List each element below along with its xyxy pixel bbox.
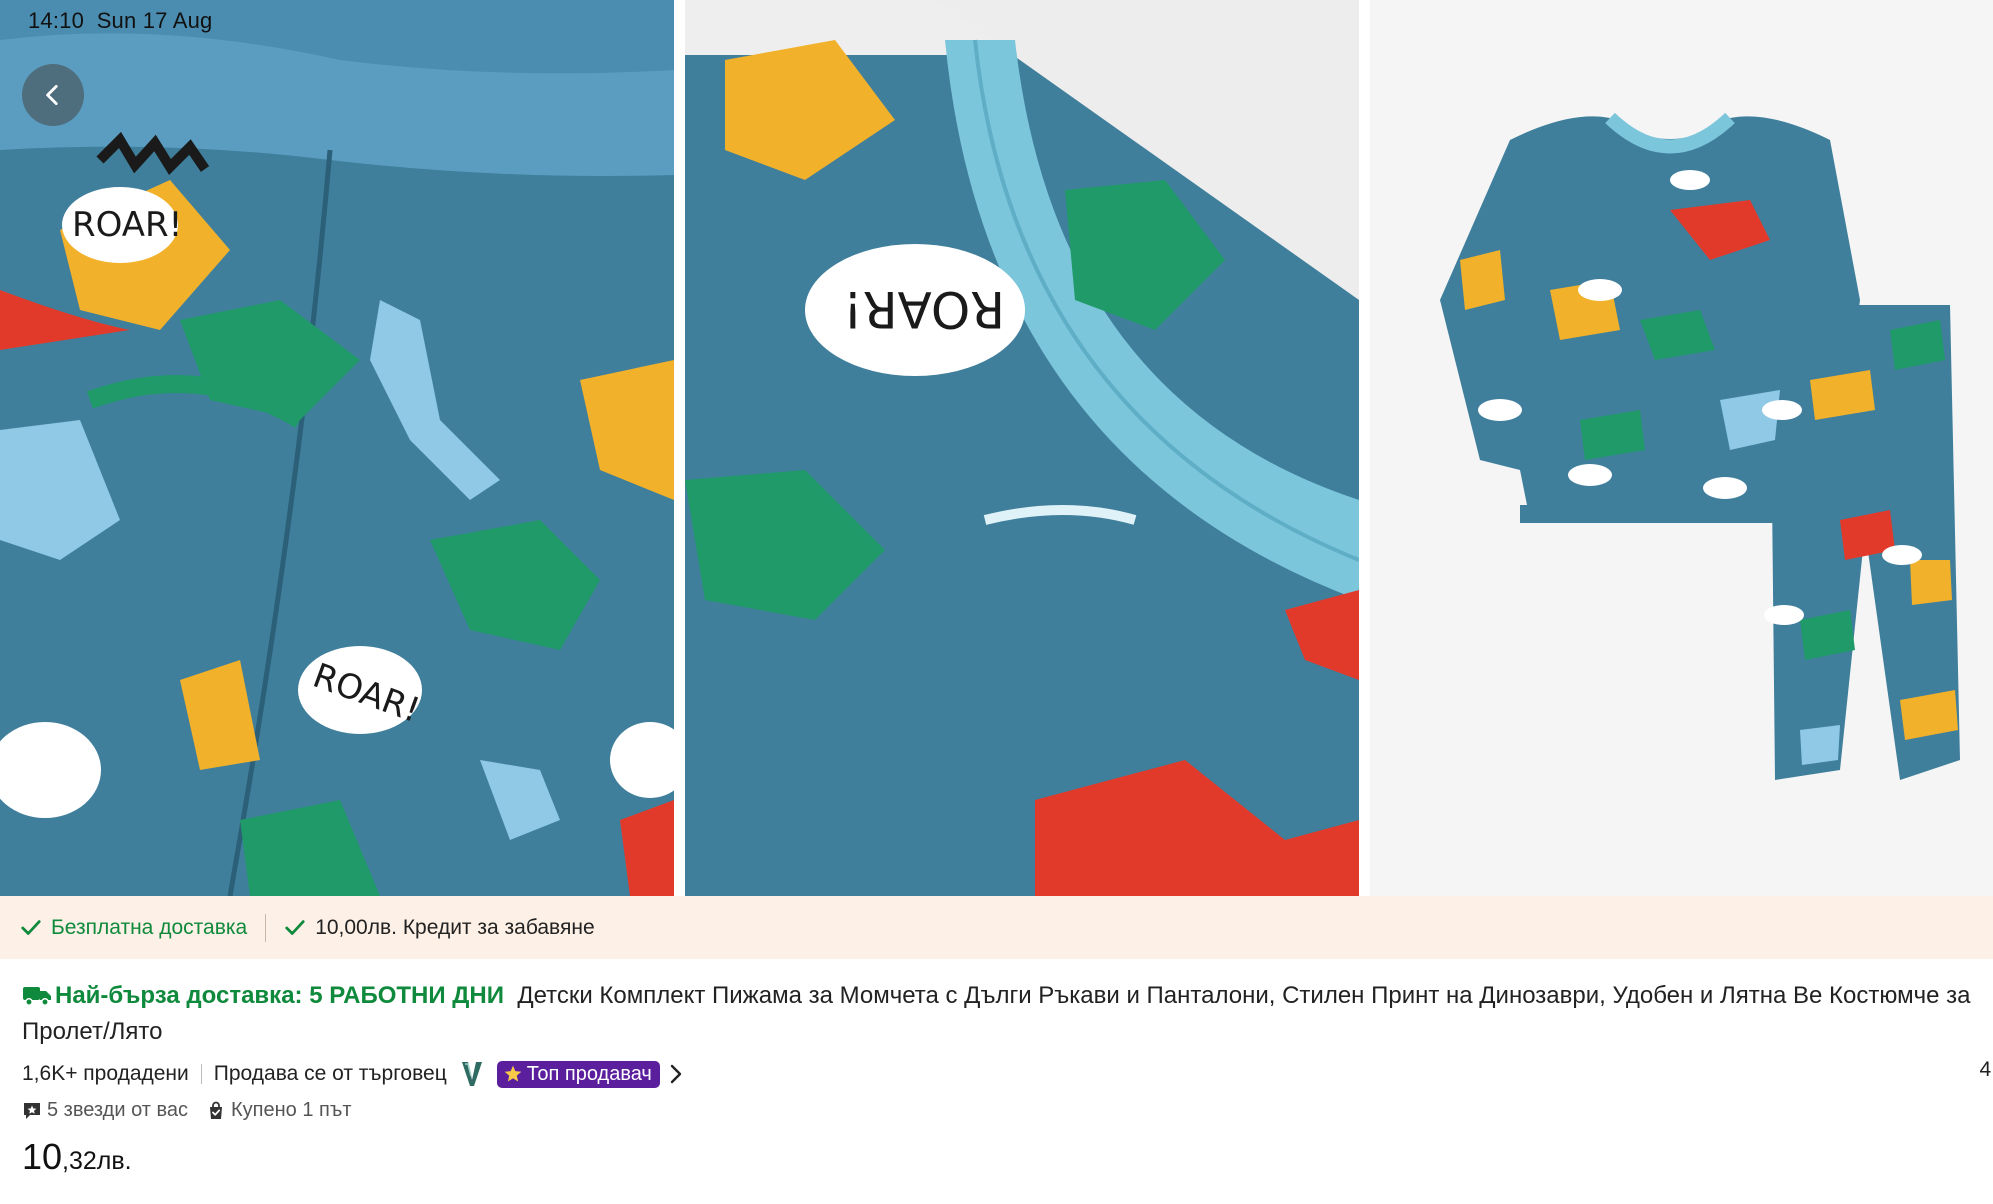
free-delivery-label: Безплатна доставка: [51, 915, 248, 939]
top-seller-badge[interactable]: Топ продавач: [496, 1060, 660, 1088]
chevron-right-icon[interactable]: [668, 1063, 684, 1085]
bought-label: Купено 1 път: [231, 1099, 352, 1121]
purchase-badges: 5 звезди от вас Купено 1 път: [22, 1099, 370, 1122]
print-text-roar-1: ROAR!: [72, 205, 182, 245]
shipping-info-bar: Безплатна доставка 10,00лв. Кредит за за…: [0, 896, 1993, 959]
gallery-image-collar[interactable]: ROAR!: [685, 0, 1359, 896]
sold-by-label[interactable]: Продава се от търговец: [214, 1062, 447, 1086]
price: 10,32лв.: [22, 1136, 132, 1178]
top-seller-label: Топ продавач: [526, 1062, 652, 1085]
truck-icon: [23, 987, 51, 1006]
sold-count: 1,6K+ продадени: [22, 1062, 189, 1085]
gallery-image-full-set[interactable]: [1370, 0, 1993, 896]
rating-value[interactable]: 4,: [1979, 1058, 1993, 1082]
image-gallery[interactable]: ROAR! ROAR! ROAR!: [0, 0, 1993, 896]
chevron-left-icon: [46, 84, 58, 106]
bought-badge: Купено 1 път: [206, 1099, 352, 1122]
stars-from-you-label: 5 звезди от вас: [47, 1099, 188, 1121]
status-date: Sun 17 Aug: [96, 8, 213, 33]
product-meta-row: 1,6K+ продадени Продава се от търговец Т…: [22, 1058, 1993, 1090]
shopping-bag-check-icon: [210, 1101, 222, 1119]
print-text-roar-3: ROAR!: [843, 280, 1005, 338]
star-icon: [504, 1065, 522, 1082]
delay-credit-item: 10,00лв. Кредит за забавяне: [284, 915, 595, 940]
delay-credit-label: 10,00лв. Кредит за забавяне: [315, 915, 595, 939]
product-title: Най-бърза доставка: 5 РАБОТНИ ДНИ Детски…: [22, 978, 1993, 1050]
seller-logo-icon[interactable]: [459, 1060, 485, 1088]
divider: [265, 913, 267, 942]
review-star-icon: [24, 1102, 40, 1119]
status-bar: 14:10 Sun 17 Aug: [28, 8, 212, 34]
fastest-delivery-label: Най-бърза доставка: 5 РАБОТНИ ДНИ: [55, 982, 504, 1009]
price-integer: 10: [22, 1136, 63, 1177]
gallery-image-pants[interactable]: ROAR! ROAR!: [0, 0, 674, 896]
price-fraction: ,32лв.: [62, 1147, 132, 1175]
review-badge: 5 звезди от вас: [22, 1099, 188, 1122]
checkmark-icon: [285, 919, 305, 935]
status-time: 14:10: [28, 8, 85, 33]
checkmark-icon: [21, 919, 41, 935]
divider: [200, 1064, 202, 1084]
free-delivery-item: Безплатна доставка: [20, 916, 247, 940]
back-button[interactable]: [22, 64, 84, 126]
